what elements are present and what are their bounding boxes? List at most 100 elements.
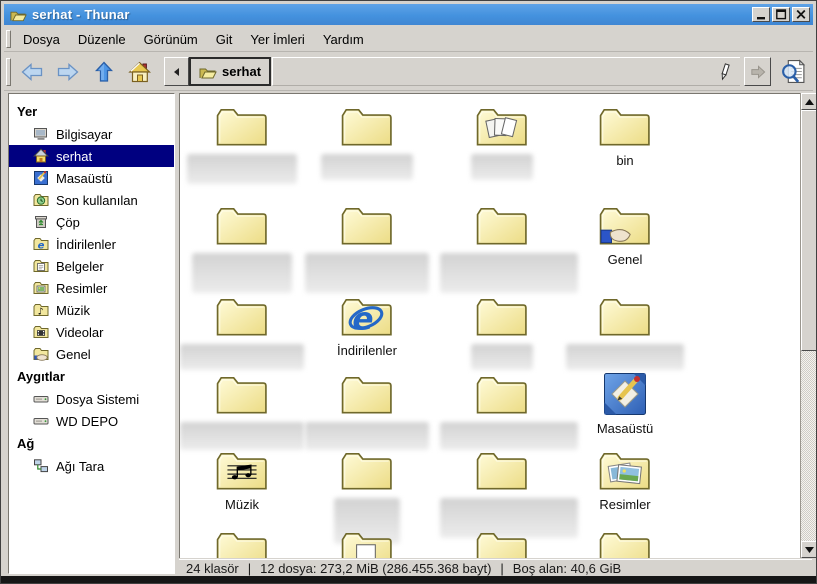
- blurred-label: [187, 154, 297, 184]
- file-label: İndirilenler: [305, 343, 429, 358]
- toolbar-grip[interactable]: [6, 58, 11, 86]
- sidebar-header-ag: Ağ: [9, 432, 174, 455]
- sidebar-item-videolar[interactable]: Videolar: [9, 321, 174, 343]
- folder-muzik[interactable]: Müzik: [180, 450, 304, 512]
- menu-yerimleri[interactable]: Yer İmleri: [241, 27, 313, 51]
- menubar-grip[interactable]: [6, 30, 11, 48]
- home-button[interactable]: [122, 57, 158, 87]
- shared-folder-icon: [599, 205, 651, 247]
- folder-icon: [599, 106, 651, 148]
- maximize-button[interactable]: [772, 7, 790, 22]
- path-bar[interactable]: [272, 57, 740, 86]
- up-icon: [92, 60, 116, 83]
- window-bottom-border: [1, 576, 816, 583]
- internet-folder-icon: e: [341, 296, 393, 338]
- sidebar-item-wd-depo[interactable]: WD DEPO: [9, 410, 174, 432]
- sidebar-item-label: Müzik: [56, 303, 90, 318]
- file-cell[interactable]: [563, 530, 687, 558]
- file-cell[interactable]: [180, 205, 304, 293]
- menu-git[interactable]: Git: [207, 27, 242, 51]
- sidebar-item-label: Ağı Tara: [56, 459, 104, 474]
- file-cell[interactable]: [305, 106, 429, 180]
- blurred-label: [321, 154, 413, 180]
- minimize-button[interactable]: [752, 7, 770, 22]
- folder-icon: [216, 205, 268, 247]
- file-label: Genel: [563, 252, 687, 267]
- scroll-up-button[interactable]: [801, 93, 817, 110]
- back-icon: [20, 61, 44, 83]
- folder-icon: [599, 530, 651, 558]
- file-cell[interactable]: [440, 530, 564, 558]
- sidebar-item-resimler[interactable]: Resimler: [9, 277, 174, 299]
- search-button[interactable]: [776, 57, 810, 87]
- menu-bar: Dosya Düzenle Görünüm Git Yer İmleri Yar…: [4, 27, 813, 52]
- folder-masaustu[interactable]: Masaüstü: [563, 372, 687, 436]
- sidebar: Yer Bilgisayar serhat: [8, 93, 175, 574]
- sidebar-item-cop[interactable]: Çöp: [9, 211, 174, 233]
- documents-icon: [33, 258, 49, 274]
- file-cell[interactable]: [305, 374, 429, 450]
- folder-bin[interactable]: bin: [563, 106, 687, 168]
- menu-dosya[interactable]: Dosya: [14, 27, 69, 51]
- path-button-serhat[interactable]: serhat: [189, 57, 271, 86]
- blurred-label: [471, 344, 533, 370]
- sidebar-item-masaustu[interactable]: Masaüstü: [9, 167, 174, 189]
- file-cell[interactable]: [180, 374, 304, 450]
- folder-icon: [216, 374, 268, 416]
- file-cell[interactable]: [180, 296, 304, 370]
- back-button[interactable]: [14, 57, 50, 87]
- sidebar-item-belgeler[interactable]: Belgeler: [9, 255, 174, 277]
- sidebar-item-muzik[interactable]: ♪ Müzik: [9, 299, 174, 321]
- drive-icon: [33, 391, 49, 407]
- vertical-scrollbar[interactable]: [800, 93, 817, 558]
- folder-genel[interactable]: Genel: [563, 205, 687, 267]
- path-expand-button[interactable]: [744, 57, 771, 86]
- scrollbar-thumb[interactable]: [801, 110, 817, 351]
- sidebar-item-bilgisayar[interactable]: Bilgisayar: [9, 123, 174, 145]
- file-cell[interactable]: [440, 296, 564, 370]
- toolbar: serhat: [4, 53, 813, 91]
- menu-duzenle[interactable]: Düzenle: [69, 27, 135, 51]
- file-cell[interactable]: [305, 530, 429, 558]
- file-cell[interactable]: [305, 205, 429, 293]
- file-cell[interactable]: [440, 374, 564, 450]
- sidebar-item-dosya-sistemi[interactable]: Dosya Sistemi: [9, 388, 174, 410]
- close-button[interactable]: [792, 7, 810, 22]
- file-cell[interactable]: [180, 530, 304, 558]
- forward-button[interactable]: [50, 57, 86, 87]
- blurred-label: [566, 344, 684, 370]
- path-collapse-button[interactable]: [164, 57, 189, 86]
- sidebar-item-agi-tara[interactable]: Ağı Tara: [9, 455, 174, 477]
- folder-icon: [216, 106, 268, 148]
- network-icon: [33, 458, 49, 474]
- status-bar: 24 klasör | 12 dosya: 273,2 MiB (286.455…: [179, 559, 812, 576]
- file-cell[interactable]: [440, 450, 564, 538]
- sidebar-item-serhat[interactable]: serhat: [9, 145, 174, 167]
- file-view[interactable]: bin Genel: [179, 93, 800, 558]
- sidebar-item-indirilenler[interactable]: e İndirilenler: [9, 233, 174, 255]
- folder-indirilenler[interactable]: e İndirilenler: [305, 296, 429, 358]
- file-cell[interactable]: [440, 106, 564, 180]
- scroll-down-button[interactable]: [801, 541, 817, 558]
- status-files: 12 dosya: 273,2 MiB (286.455.368 bayt): [260, 561, 491, 576]
- forward-gray-icon: [749, 64, 767, 80]
- folder-resimler[interactable]: Resimler: [563, 450, 687, 512]
- menu-gorunum[interactable]: Görünüm: [135, 27, 207, 51]
- sidebar-item-son-kullanilan[interactable]: Son kullanılan: [9, 189, 174, 211]
- blurred-label: [471, 154, 533, 180]
- sidebar-item-genel[interactable]: Genel: [9, 343, 174, 365]
- menu-yardim[interactable]: Yardım: [314, 27, 373, 51]
- videos-icon: [33, 324, 49, 340]
- sidebar-header-yer: Yer: [9, 100, 174, 123]
- file-cell[interactable]: [440, 205, 564, 293]
- file-cell[interactable]: [180, 106, 304, 184]
- folder-icon: [216, 296, 268, 338]
- sidebar-item-label: Dosya Sistemi: [56, 392, 139, 407]
- music-folder-icon: [216, 450, 268, 492]
- edit-path-icon[interactable]: [717, 62, 732, 82]
- thunar-window: serhat - Thunar Dosya Düzenle Görünüm Gi…: [0, 0, 817, 584]
- up-button[interactable]: [86, 57, 122, 87]
- sidebar-item-label: Genel: [56, 347, 91, 362]
- file-cell[interactable]: [563, 296, 687, 370]
- svg-text:e: e: [38, 241, 45, 252]
